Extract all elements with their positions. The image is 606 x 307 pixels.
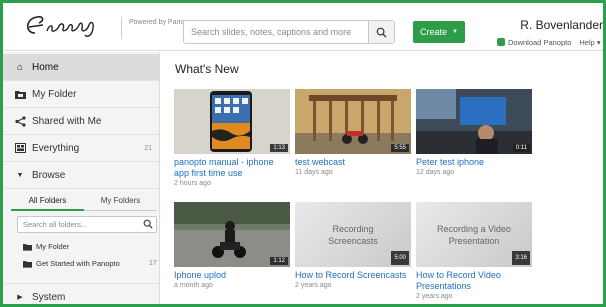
folder-count: 17 [149,260,157,267]
sidebar-item-system[interactable]: ▶ System [3,283,160,304]
grid-icon [13,143,27,153]
duration-badge: 3:16 [512,251,530,265]
video-card[interactable]: 1:13 panopto manual - iphone app first t… [174,89,290,187]
sidebar-item-my-folder[interactable]: My Folder [3,81,160,108]
app-window: Powered by Panopto Create ▼ R. Bovenland… [0,0,606,307]
share-icon [13,115,27,127]
sidebar-item-home[interactable]: ⌂ Home [3,54,160,81]
video-thumbnail[interactable]: 0:11 [416,89,532,154]
user-name[interactable]: R. Bovenlander [520,18,603,32]
video-card[interactable]: Recording a Video Presentation 3:16 How … [416,202,532,300]
sidebar-item-browse[interactable]: ▼ Browse [3,162,160,189]
video-date: 2 years ago [416,293,453,300]
video-date: 2 hours ago [174,180,211,187]
duration-badge: 5:00 [391,251,409,265]
video-date: 2 years ago [295,282,332,289]
slide-text: Recording Screencasts [328,223,378,246]
video-card[interactable]: Recording Screencasts 5:00 How to Record… [295,202,411,289]
top-header: Powered by Panopto Create ▼ R. Bovenland… [3,3,603,51]
video-title[interactable]: Iphone uplod [174,270,290,281]
create-button[interactable]: Create ▼ [413,21,465,43]
video-date: a month ago [174,282,213,289]
search-input[interactable] [185,22,365,42]
video-card[interactable]: 1:12 Iphone uplod a month ago [174,202,290,289]
download-link[interactable]: Download Panopto [497,38,571,47]
logo-divider [121,17,122,39]
caret-right-icon: ▶ [17,294,23,301]
create-label: Create [420,27,448,37]
video-date: 12 days ago [416,169,455,176]
folder-icon [13,90,27,99]
search-button[interactable] [368,21,394,43]
video-thumbnail[interactable]: Recording a Video Presentation 3:16 [416,202,532,267]
tab-my-folders[interactable]: My Folders [84,191,157,211]
search-icon[interactable] [143,219,153,229]
folder-tabs: All Folders My Folders [11,191,157,211]
erasmus-logo[interactable] [21,11,113,41]
caret-down-icon: ▼ [16,171,24,179]
help-link[interactable]: Help ▾ [579,38,600,47]
video-thumbnail[interactable]: Recording Screencasts 5:00 [295,202,411,267]
video-title[interactable]: How to Record Video Presentations [416,270,532,292]
main-content: What's New 1:13 panopto manual - iphone … [161,52,603,304]
search-box [183,20,395,44]
sidebar-item-shared[interactable]: Shared with Me [3,108,160,135]
video-card[interactable]: 0:11 Peter test iphone 12 days ago [416,89,532,176]
duration-badge: 1:12 [270,257,288,265]
video-thumbnail[interactable]: 5:55 [295,89,411,154]
video-card[interactable]: 5:55 test webcast 11 days ago [295,89,411,176]
duration-badge: 1:13 [270,144,288,152]
folder-item-get-started[interactable]: Get Started with Panopto 17 [23,259,157,268]
sidebar-item-everything[interactable]: Everything 21 [3,135,160,162]
duration-badge: 0:11 [512,144,530,152]
video-thumbnail[interactable]: 1:12 [174,202,290,267]
video-title[interactable]: test webcast [295,157,411,168]
search-icon [376,27,387,38]
header-links: Download Panopto Help ▾ [497,38,601,47]
folder-search-input[interactable] [18,217,136,232]
sidebar: ⌂ Home My Folder Shared with Me Everythi… [3,52,160,304]
video-title[interactable]: panopto manual - iphone app first time u… [174,157,290,179]
download-icon [497,38,505,46]
slide-text: Recording a Video Presentation [437,223,511,246]
folder-item-my-folder[interactable]: My Folder [23,242,69,251]
folder-icon [23,260,32,268]
video-title[interactable]: Peter test iphone [416,157,532,168]
duration-badge: 5:55 [391,144,409,152]
video-title[interactable]: How to Record Screencasts [295,270,411,281]
page-title: What's New [175,62,239,76]
folder-icon [23,243,32,251]
folder-search-box [17,216,157,233]
home-icon: ⌂ [16,61,24,73]
video-date: 11 days ago [295,169,333,176]
tab-all-folders[interactable]: All Folders [11,191,84,211]
everything-count: 21 [144,144,152,152]
video-thumbnail[interactable]: 1:13 [174,89,290,154]
caret-down-icon: ▼ [452,29,458,35]
